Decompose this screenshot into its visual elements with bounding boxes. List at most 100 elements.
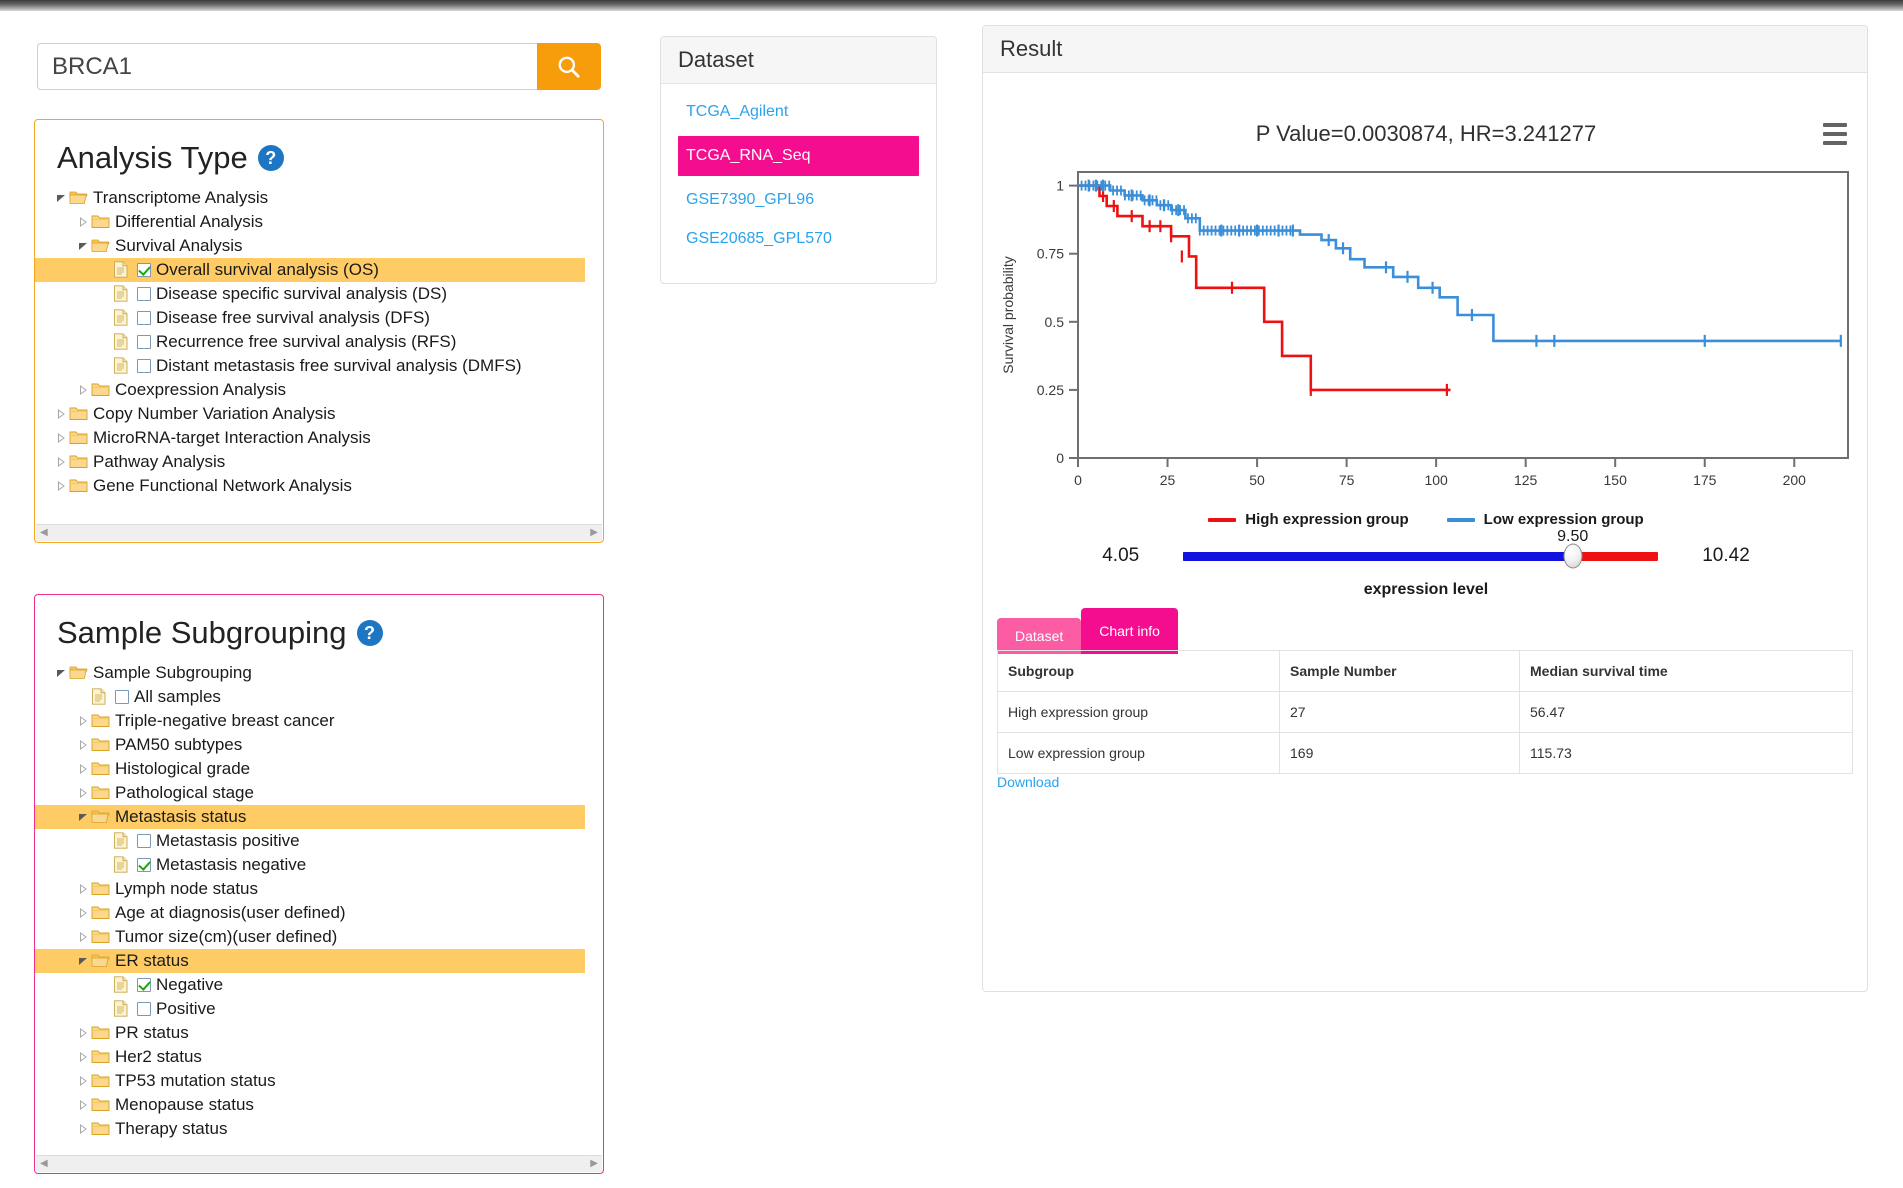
checkbox[interactable]: [137, 858, 151, 872]
chevron-down-icon[interactable]: [75, 956, 91, 966]
chevron-right-icon[interactable]: [75, 1100, 91, 1110]
tree-item[interactable]: All samples: [35, 685, 603, 709]
help-icon[interactable]: ?: [257, 145, 284, 171]
tree-item-label: Age at diagnosis(user defined): [115, 903, 346, 922]
chevron-down-icon[interactable]: [53, 668, 69, 678]
dataset-item[interactable]: GSE7390_GPL96: [678, 185, 919, 215]
tree-item[interactable]: Disease free survival analysis (DFS): [35, 306, 603, 330]
chevron-right-icon[interactable]: [75, 740, 91, 750]
chevron-right-icon[interactable]: [75, 932, 91, 942]
chevron-right-icon[interactable]: [75, 1052, 91, 1062]
chevron-down-icon[interactable]: [75, 241, 91, 251]
checkbox[interactable]: [137, 263, 151, 277]
chevron-right-icon[interactable]: [53, 409, 69, 419]
tree-item[interactable]: MicroRNA-target Interaction Analysis: [35, 426, 603, 450]
chevron-right-icon[interactable]: [53, 481, 69, 491]
scroll-right-icon[interactable]: ▶: [590, 528, 598, 538]
tree-item[interactable]: Metastasis negative: [35, 853, 603, 877]
tree-item[interactable]: Coexpression Analysis: [35, 378, 603, 402]
tree-item[interactable]: Gene Functional Network Analysis: [35, 474, 603, 498]
tree-item[interactable]: PAM50 subtypes: [35, 733, 603, 757]
tree-item[interactable]: Sample Subgrouping: [35, 661, 603, 685]
checkbox[interactable]: [137, 287, 151, 301]
file-icon: [113, 976, 133, 994]
chevron-right-icon[interactable]: [75, 217, 91, 227]
hamburger-menu-icon[interactable]: [1823, 123, 1847, 150]
svg-text:175: 175: [1693, 472, 1717, 488]
tree-item[interactable]: Copy Number Variation Analysis: [35, 402, 603, 426]
analysis-horizontal-scrollbar[interactable]: ◀ ▶: [36, 524, 602, 541]
scroll-left-icon[interactable]: ◀: [40, 1159, 48, 1169]
tree-item[interactable]: Disease specific survival analysis (DS): [35, 282, 603, 306]
chevron-right-icon[interactable]: [75, 764, 91, 774]
tree-item-label: Therapy status: [115, 1119, 228, 1138]
tree-item[interactable]: Therapy status: [35, 1117, 603, 1141]
chevron-right-icon[interactable]: [53, 433, 69, 443]
dataset-item[interactable]: GSE20685_GPL570: [678, 224, 919, 254]
scroll-left-icon[interactable]: ◀: [40, 528, 48, 538]
tree-item[interactable]: Lymph node status: [35, 877, 603, 901]
tree-item[interactable]: Positive: [35, 997, 603, 1021]
checkbox[interactable]: [115, 690, 129, 704]
checkbox[interactable]: [137, 359, 151, 373]
tree-item-label: Survival Analysis: [115, 236, 243, 255]
checkbox[interactable]: [137, 1002, 151, 1016]
tab-chart-info[interactable]: Chart info: [1081, 608, 1178, 654]
folder-icon: [91, 736, 111, 754]
chevron-right-icon[interactable]: [75, 716, 91, 726]
tree-item[interactable]: Metastasis positive: [35, 829, 603, 853]
checkbox[interactable]: [137, 834, 151, 848]
chevron-down-icon[interactable]: [75, 812, 91, 822]
dataset-item[interactable]: TCGA_Agilent: [678, 97, 919, 127]
chevron-right-icon[interactable]: [75, 1076, 91, 1086]
slider-thumb[interactable]: [1563, 543, 1583, 569]
tree-item[interactable]: Transcriptome Analysis: [35, 186, 603, 210]
tree-item-label: Sample Subgrouping: [93, 663, 252, 682]
chevron-right-icon[interactable]: [75, 385, 91, 395]
checkbox[interactable]: [137, 978, 151, 992]
tree-item[interactable]: Pathological stage: [35, 781, 603, 805]
dataset-item[interactable]: TCGA_RNA_Seq: [678, 136, 919, 176]
tree-item[interactable]: PR status: [35, 1021, 603, 1045]
subgroup-horizontal-scrollbar[interactable]: ◀ ▶: [36, 1155, 602, 1172]
tree-item-label: Recurrence free survival analysis (RFS): [156, 332, 457, 351]
chevron-down-icon[interactable]: [53, 193, 69, 203]
tree-item[interactable]: Menopause status: [35, 1093, 603, 1117]
search-button[interactable]: [537, 43, 601, 90]
tree-item[interactable]: Triple-negative breast cancer: [35, 709, 603, 733]
chevron-right-icon[interactable]: [75, 1124, 91, 1134]
expression-slider[interactable]: 9.50: [1183, 528, 1659, 569]
tree-item[interactable]: Metastasis status: [35, 805, 585, 829]
kaplan-meier-svg: 0 0.25 0.5 0.75 1 0 25 50 75 100 125 150 175 200 M0 AN…: [1000, 171, 1849, 511]
tab-dataset[interactable]: Dataset: [997, 618, 1082, 654]
chevron-right-icon[interactable]: [75, 788, 91, 798]
tree-item[interactable]: Tumor size(cm)(user defined): [35, 925, 603, 949]
tree-item[interactable]: Distant metastasis free survival analysi…: [35, 354, 603, 378]
folder-icon: [91, 904, 111, 922]
checkbox[interactable]: [137, 335, 151, 349]
help-icon[interactable]: ?: [356, 620, 383, 646]
tree-item[interactable]: Age at diagnosis(user defined): [35, 901, 603, 925]
tree-item[interactable]: TP53 mutation status: [35, 1069, 603, 1093]
tree-item[interactable]: Negative: [35, 973, 603, 997]
scroll-right-icon[interactable]: ▶: [590, 1159, 598, 1169]
tree-item[interactable]: Her2 status: [35, 1045, 603, 1069]
chevron-right-icon[interactable]: [53, 457, 69, 467]
chevron-right-icon[interactable]: [75, 1028, 91, 1038]
checkbox[interactable]: [137, 311, 151, 325]
tree-item[interactable]: Pathway Analysis: [35, 450, 603, 474]
tree-item[interactable]: ER status: [35, 949, 585, 973]
tree-item[interactable]: Survival Analysis: [35, 234, 603, 258]
tree-item[interactable]: Overall survival analysis (OS): [35, 258, 585, 282]
legend-label-high: High expression group: [1245, 511, 1409, 528]
folder-icon: [91, 1024, 111, 1042]
tree-item[interactable]: Histological grade: [35, 757, 603, 781]
tree-item[interactable]: Differential Analysis: [35, 210, 603, 234]
chevron-right-icon[interactable]: [75, 884, 91, 894]
page-title: Analysis Type: [57, 140, 248, 175]
tree-item-label: Positive: [156, 999, 216, 1018]
chevron-right-icon[interactable]: [75, 908, 91, 918]
tree-item[interactable]: Recurrence free survival analysis (RFS): [35, 330, 603, 354]
download-link[interactable]: Download: [997, 774, 1059, 790]
search-input[interactable]: [37, 43, 537, 90]
